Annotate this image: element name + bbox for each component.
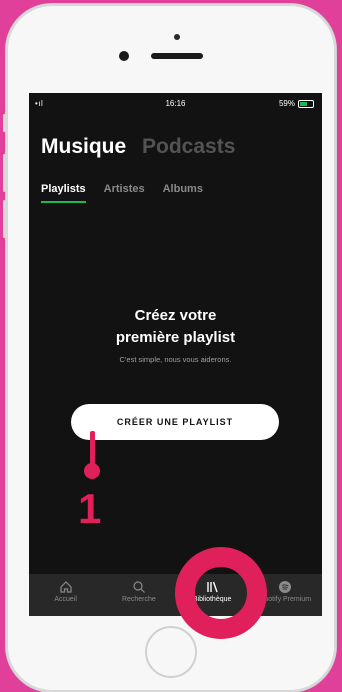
front-camera: [119, 51, 129, 61]
app-screen: •ıl 16:16 59% Musique Podcasts Playlists…: [29, 93, 322, 616]
tab-podcasts[interactable]: Podcasts: [142, 135, 235, 158]
volume-up-button: [3, 154, 6, 192]
subtab-albums[interactable]: Albums: [163, 183, 203, 195]
main-tabs: Musique Podcasts: [41, 135, 245, 159]
volume-down-button: [3, 200, 6, 238]
earpiece: [151, 53, 203, 59]
subtab-playlists[interactable]: Playlists: [41, 183, 86, 203]
mute-switch: [3, 114, 6, 132]
status-bar: •ıl 16:16 59%: [29, 93, 322, 113]
proximity-sensor: [174, 34, 180, 40]
tab-accueil[interactable]: Accueil: [29, 574, 102, 616]
annotation-step-number: 1: [78, 485, 102, 532]
tab-musique[interactable]: Musique: [41, 135, 126, 158]
library-subtabs: Playlists Artistes Albums: [41, 183, 203, 203]
tab-accueil-label: Accueil: [54, 596, 77, 603]
annotation-highlight-ring: [175, 547, 267, 639]
subtab-artistes[interactable]: Artistes: [104, 183, 145, 195]
tab-recherche[interactable]: Recherche: [102, 574, 175, 616]
empty-title-line1: Créez votre: [134, 307, 217, 324]
annotation-pointer-dot: [84, 463, 100, 479]
create-playlist-button[interactable]: CRÉER UNE PLAYLIST: [71, 404, 279, 440]
tab-recherche-label: Recherche: [121, 596, 156, 603]
tab-premium-label: Spotify Premium: [259, 596, 312, 603]
search-icon: [102, 580, 175, 596]
battery-icon: [298, 99, 314, 108]
battery-indicator: 59%: [279, 99, 314, 108]
battery-percent: 59%: [278, 99, 295, 108]
home-icon: [29, 580, 102, 596]
home-button[interactable]: [145, 626, 197, 678]
empty-subtitle: C'est simple, nous vous aiderons.: [119, 355, 232, 364]
empty-state: Créez votre première playlist C'est simp…: [29, 305, 322, 364]
empty-title-line2: première playlist: [115, 329, 236, 346]
